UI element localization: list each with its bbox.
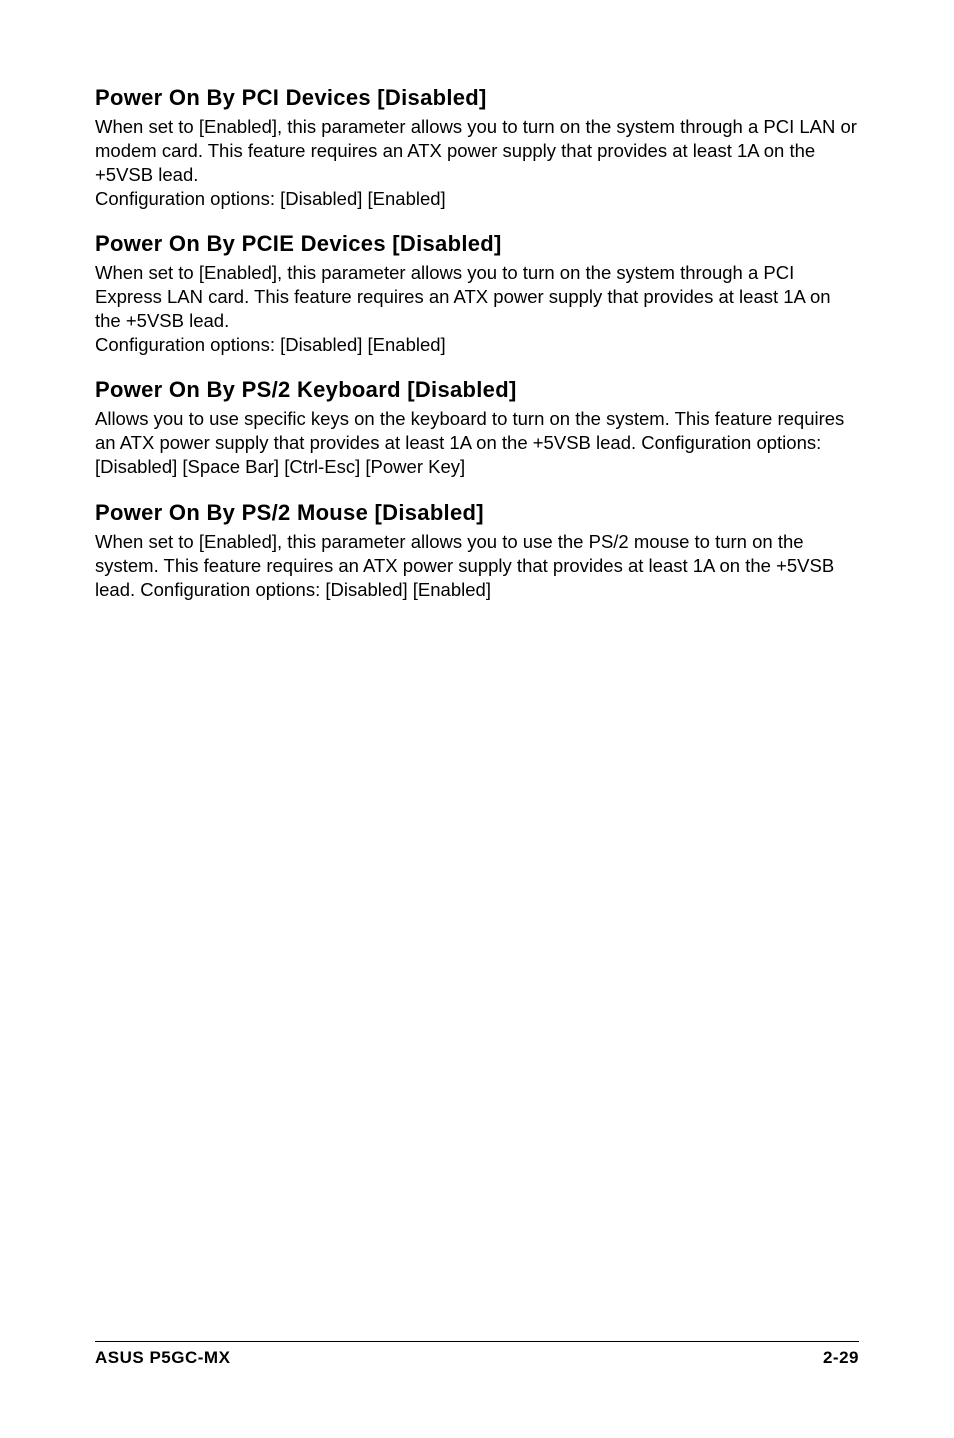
section-pci: Power On By PCI Devices [Disabled] When … xyxy=(95,85,859,211)
section-ps2-mouse: Power On By PS/2 Mouse [Disabled] When s… xyxy=(95,500,859,602)
section-ps2-keyboard: Power On By PS/2 Keyboard [Disabled] All… xyxy=(95,377,859,479)
section-body: When set to [Enabled], this parameter al… xyxy=(95,115,859,211)
footer-left: ASUS P5GC-MX xyxy=(95,1348,230,1368)
section-title: Power On By PCIE Devices [Disabled] xyxy=(95,231,859,257)
section-title: Power On By PS/2 Keyboard [Disabled] xyxy=(95,377,859,403)
section-body: Allows you to use specific keys on the k… xyxy=(95,407,859,479)
section-body: When set to [Enabled], this parameter al… xyxy=(95,530,859,602)
section-title: Power On By PS/2 Mouse [Disabled] xyxy=(95,500,859,526)
section-title: Power On By PCI Devices [Disabled] xyxy=(95,85,859,111)
section-body: When set to [Enabled], this parameter al… xyxy=(95,261,859,357)
page-footer: ASUS P5GC-MX 2-29 xyxy=(95,1341,859,1368)
section-pcie: Power On By PCIE Devices [Disabled] When… xyxy=(95,231,859,357)
footer-right: 2-29 xyxy=(823,1348,859,1368)
